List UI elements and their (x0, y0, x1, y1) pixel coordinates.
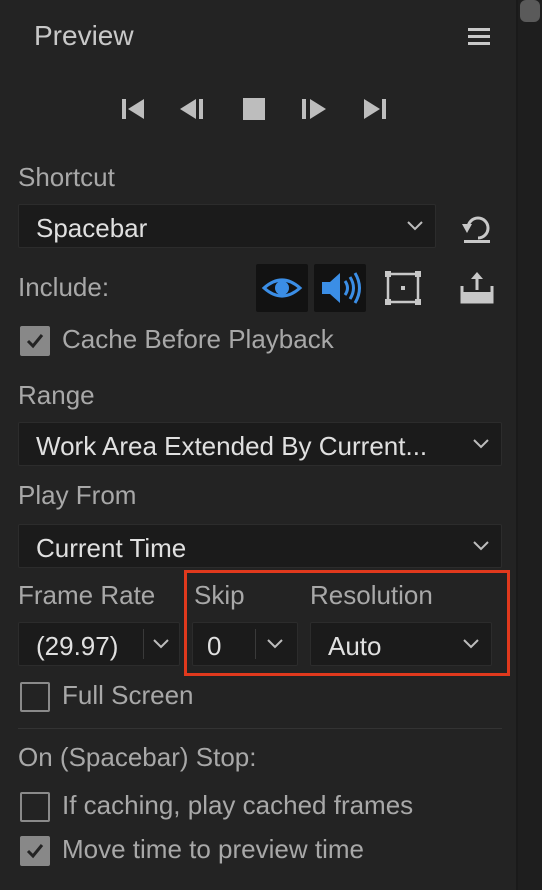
export-icon[interactable] (454, 266, 500, 310)
chevron-down-icon (405, 219, 425, 233)
step-back-icon[interactable] (172, 92, 212, 126)
reset-icon[interactable] (454, 206, 500, 250)
full-screen-label: Full Screen (62, 680, 194, 710)
panel-menu-icon[interactable] (468, 28, 490, 46)
scroll-thumb[interactable] (520, 0, 540, 22)
audio-toggle-speaker-icon[interactable] (314, 264, 366, 312)
frame-rate-value: (29.97) (36, 631, 119, 661)
include-label: Include: (18, 272, 110, 302)
stop-icon[interactable] (234, 92, 274, 126)
scrollbar[interactable] (518, 0, 542, 890)
play-from-value: Current Time (36, 533, 187, 563)
annotation-highlight-box (184, 570, 510, 676)
play-from-dropdown[interactable]: Current Time (18, 524, 502, 568)
step-forward-icon[interactable] (294, 92, 334, 126)
range-value: Work Area Extended By Current... (36, 431, 428, 461)
play-cached-frames-label: If caching, play cached frames (62, 790, 414, 820)
panel-title: Preview (34, 20, 134, 51)
on-stop-label: On (Spacebar) Stop: (18, 742, 257, 772)
cache-before-playback-checkbox[interactable] (20, 326, 50, 356)
cache-before-playback-label: Cache Before Playback (62, 324, 334, 354)
video-toggle-eye-icon[interactable] (256, 264, 308, 312)
full-screen-checkbox[interactable] (20, 682, 50, 712)
move-time-checkbox[interactable] (20, 836, 50, 866)
chevron-down-icon (471, 437, 491, 451)
shortcut-label: Shortcut (18, 162, 115, 192)
frame-rate-label: Frame Rate (18, 580, 156, 610)
shortcut-value: Spacebar (36, 213, 148, 243)
section-divider (18, 728, 502, 729)
chevron-down-icon (151, 637, 171, 651)
range-dropdown[interactable]: Work Area Extended By Current... (18, 422, 502, 466)
transport-controls (0, 92, 516, 126)
divider (143, 629, 144, 659)
play-from-label: Play From (18, 480, 137, 510)
preview-panel: Preview Shortcut Spacebar Include: Cache… (0, 0, 518, 890)
frame-rate-dropdown[interactable]: (29.97) (18, 622, 180, 666)
range-label: Range (18, 380, 95, 410)
play-cached-frames-checkbox[interactable] (20, 792, 50, 822)
skip-to-start-icon[interactable] (114, 92, 154, 126)
overlays-toggle-frame-icon[interactable] (380, 266, 426, 310)
shortcut-dropdown[interactable]: Spacebar (18, 204, 436, 248)
chevron-down-icon (471, 539, 491, 553)
skip-to-end-icon[interactable] (354, 92, 394, 126)
move-time-label: Move time to preview time (62, 834, 364, 864)
